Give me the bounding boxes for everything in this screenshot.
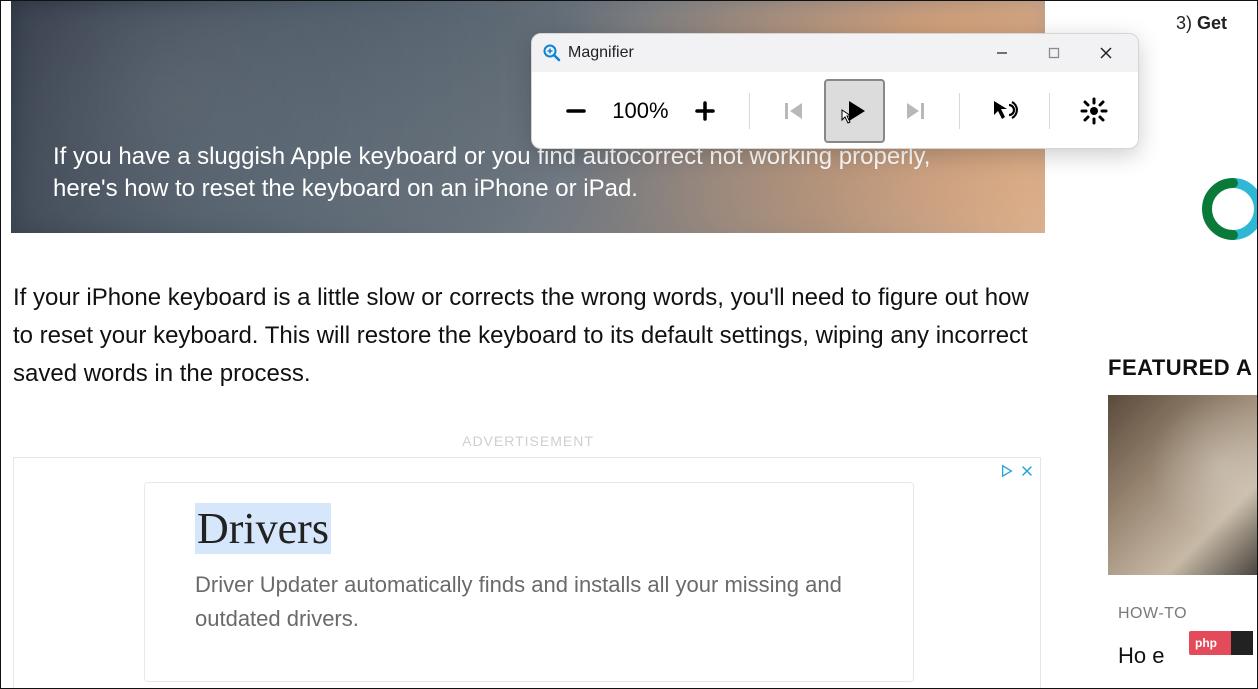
ad-card[interactable]: Drivers Driver Updater automatically fin… bbox=[144, 482, 914, 682]
swirl-logo-icon bbox=[1201, 177, 1258, 241]
list-number: 3) bbox=[1176, 13, 1192, 33]
sidebar-list-item[interactable]: 3) Get bbox=[1176, 13, 1258, 34]
featured-article-image[interactable] bbox=[1108, 395, 1258, 575]
page-frame: If you have a sluggish Apple keyboard or… bbox=[0, 0, 1258, 689]
read-aloud-cursor-button[interactable] bbox=[974, 79, 1034, 143]
magnifier-title: Magnifier bbox=[568, 44, 634, 62]
separator bbox=[749, 93, 750, 129]
php-badge-text: php bbox=[1195, 636, 1217, 650]
ad-headline: Drivers bbox=[195, 503, 331, 554]
separator bbox=[1049, 93, 1050, 129]
advertisement-label: ADVERTISEMENT bbox=[11, 433, 1045, 449]
zoom-in-button[interactable] bbox=[674, 79, 734, 143]
minimize-button[interactable] bbox=[976, 34, 1028, 72]
magnifier-app-icon bbox=[542, 43, 562, 63]
magnifier-titlebar[interactable]: Magnifier bbox=[532, 34, 1138, 72]
adchoices-icon[interactable] bbox=[1000, 464, 1014, 483]
zoom-level: 100% bbox=[606, 98, 674, 124]
next-button[interactable] bbox=[885, 79, 945, 143]
list-text: Get bbox=[1197, 13, 1227, 33]
previous-button[interactable] bbox=[764, 79, 824, 143]
hero-caption: If you have a sluggish Apple keyboard or… bbox=[53, 141, 985, 205]
play-button[interactable] bbox=[824, 79, 885, 143]
close-button[interactable] bbox=[1080, 34, 1132, 72]
advertisement-frame: Drivers Driver Updater automatically fin… bbox=[13, 457, 1041, 689]
php-badge: php bbox=[1189, 631, 1253, 655]
close-ad-icon[interactable] bbox=[1020, 464, 1034, 483]
magnifier-window[interactable]: Magnifier 100% bbox=[531, 33, 1139, 149]
separator bbox=[959, 93, 960, 129]
featured-heading: FEATURED A bbox=[1108, 355, 1252, 381]
featured-article-title[interactable]: Ho e bbox=[1118, 643, 1164, 669]
settings-button[interactable] bbox=[1064, 79, 1124, 143]
ad-copy: Driver Updater automatically finds and i… bbox=[195, 568, 863, 636]
category-label: HOW-TO bbox=[1118, 605, 1187, 623]
maximize-button[interactable] bbox=[1028, 34, 1080, 72]
zoom-out-button[interactable] bbox=[546, 79, 606, 143]
article-paragraph: If your iPhone keyboard is a little slow… bbox=[13, 279, 1033, 393]
magnifier-toolbar: 100% bbox=[532, 72, 1138, 149]
